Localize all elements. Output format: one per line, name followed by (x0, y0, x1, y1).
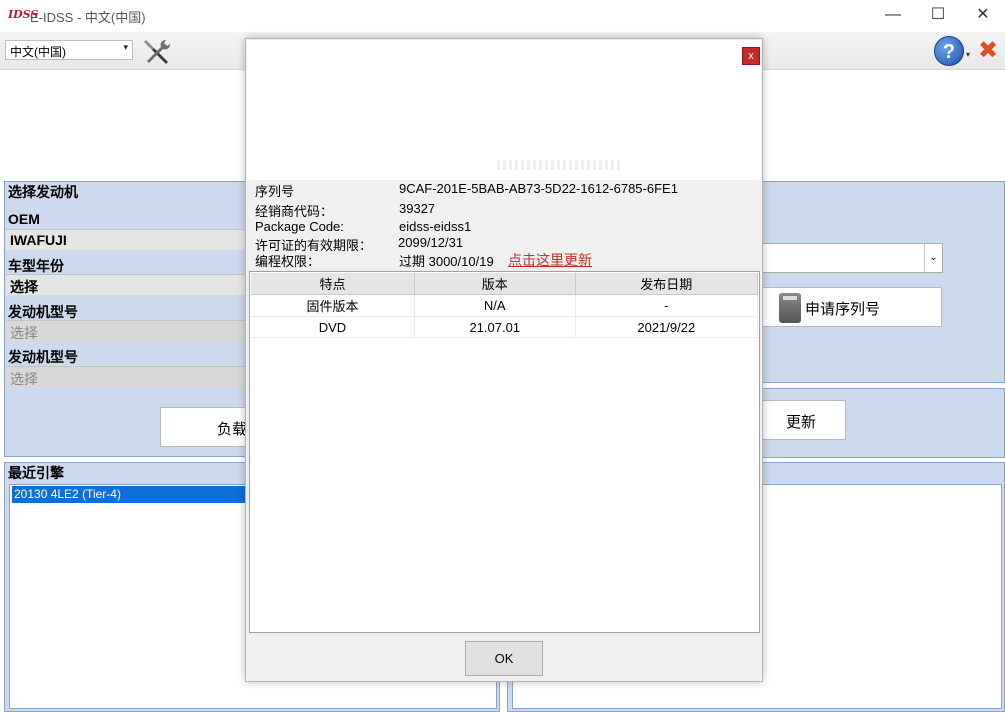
ok-button[interactable]: OK (465, 641, 543, 676)
serial-panel (760, 181, 1005, 383)
column-header-feature[interactable]: 特点 (251, 273, 415, 295)
oem-field[interactable]: IWAFUJI (6, 229, 246, 250)
engine-panel-title: 选择发动机 (8, 184, 78, 200)
serial-value: 9CAF-201E-5BAB-AB73-5D22-1612-6785-6FE1 (399, 181, 678, 196)
table-cell: 21.07.01 (414, 316, 576, 338)
window-title: E-IDSS - 中文(中国) (30, 10, 146, 25)
table-cell: N/A (414, 294, 576, 317)
table-cell: 固件版本 (251, 294, 415, 317)
banner-image (497, 160, 622, 170)
engine-model-label-2: 发动机型号 (8, 349, 78, 365)
right-dropdown[interactable]: ⌄ (760, 243, 943, 273)
table-row[interactable]: 固件版本 N/A - (251, 294, 759, 317)
dealer-code-value: 39327 (399, 201, 436, 216)
model-year-field[interactable]: 选择 (6, 274, 246, 295)
column-header-version[interactable]: 版本 (414, 273, 576, 295)
model-year-label: 车型年份 (8, 258, 64, 274)
load-button[interactable]: 负载 (160, 407, 250, 447)
dialog-close-button[interactable]: x (742, 47, 760, 65)
table-cell: DVD (251, 316, 415, 338)
column-header-release-date[interactable]: 发布日期 (575, 273, 759, 295)
language-select-value: 中文(中国) (10, 45, 66, 59)
license-info-dialog: x 序列号 9CAF-201E-5BAB-AB73-5D22-1612-6785… (245, 38, 763, 682)
renew-link[interactable]: 点击这里更新 (508, 250, 592, 270)
exit-icon[interactable]: ✖ (978, 36, 998, 65)
dialog-banner (247, 40, 761, 180)
package-code-label: Package Code: (255, 219, 344, 234)
tools-icon[interactable] (140, 36, 174, 68)
engine-model-field-2[interactable]: 选择 (6, 366, 246, 387)
list-item[interactable]: 20130 4LE2 (Tier-4) (12, 486, 255, 503)
update-button[interactable]: 更新 (760, 400, 846, 440)
close-window-button[interactable]: ✕ (962, 4, 1004, 28)
feature-table-area: 特点 版本 发布日期 固件版本 N/A - DVD 21.07.01 2021/… (249, 271, 760, 633)
recent-engines-title: 最近引擎 (8, 465, 64, 481)
phone-icon (779, 293, 801, 323)
language-select[interactable]: 中文(中国) ▾ (5, 40, 133, 60)
dealer-code-label: 经销商代码： (255, 204, 334, 219)
update-button-label: 更新 (785, 414, 816, 431)
request-serial-button[interactable]: 申请序列号 (762, 287, 942, 327)
serial-label: 序列号 (255, 184, 295, 199)
request-serial-label: 申请序列号 (805, 301, 881, 318)
program-permission-label: 编程权限： (255, 254, 321, 269)
help-caret-icon[interactable]: ▾ (966, 50, 970, 59)
table-row[interactable]: DVD 21.07.01 2021/9/22 (251, 316, 759, 338)
maximize-button[interactable]: ☐ (917, 4, 959, 28)
license-expiry-value: 2099/12/31 (398, 235, 464, 250)
engine-model-label: 发动机型号 (8, 304, 78, 320)
engine-model-field[interactable]: 选择 (6, 320, 246, 341)
chevron-down-icon: ⌄ (924, 244, 942, 272)
help-icon[interactable]: ? (934, 36, 964, 66)
oem-label: OEM (8, 211, 40, 227)
table-cell: - (575, 294, 759, 317)
title-bar: IDSS E-IDSS - 中文(中国) — ☐ ✕ (0, 0, 1005, 32)
chevron-down-icon: ▾ (123, 42, 128, 52)
minimize-button[interactable]: — (872, 4, 914, 28)
feature-table: 特点 版本 发布日期 固件版本 N/A - DVD 21.07.01 2021/… (251, 273, 759, 338)
program-permission-value: 过期 3000/10/19 (399, 254, 494, 269)
package-code-value: eidss-eidss1 (399, 219, 472, 234)
table-cell: 2021/9/22 (575, 316, 759, 338)
